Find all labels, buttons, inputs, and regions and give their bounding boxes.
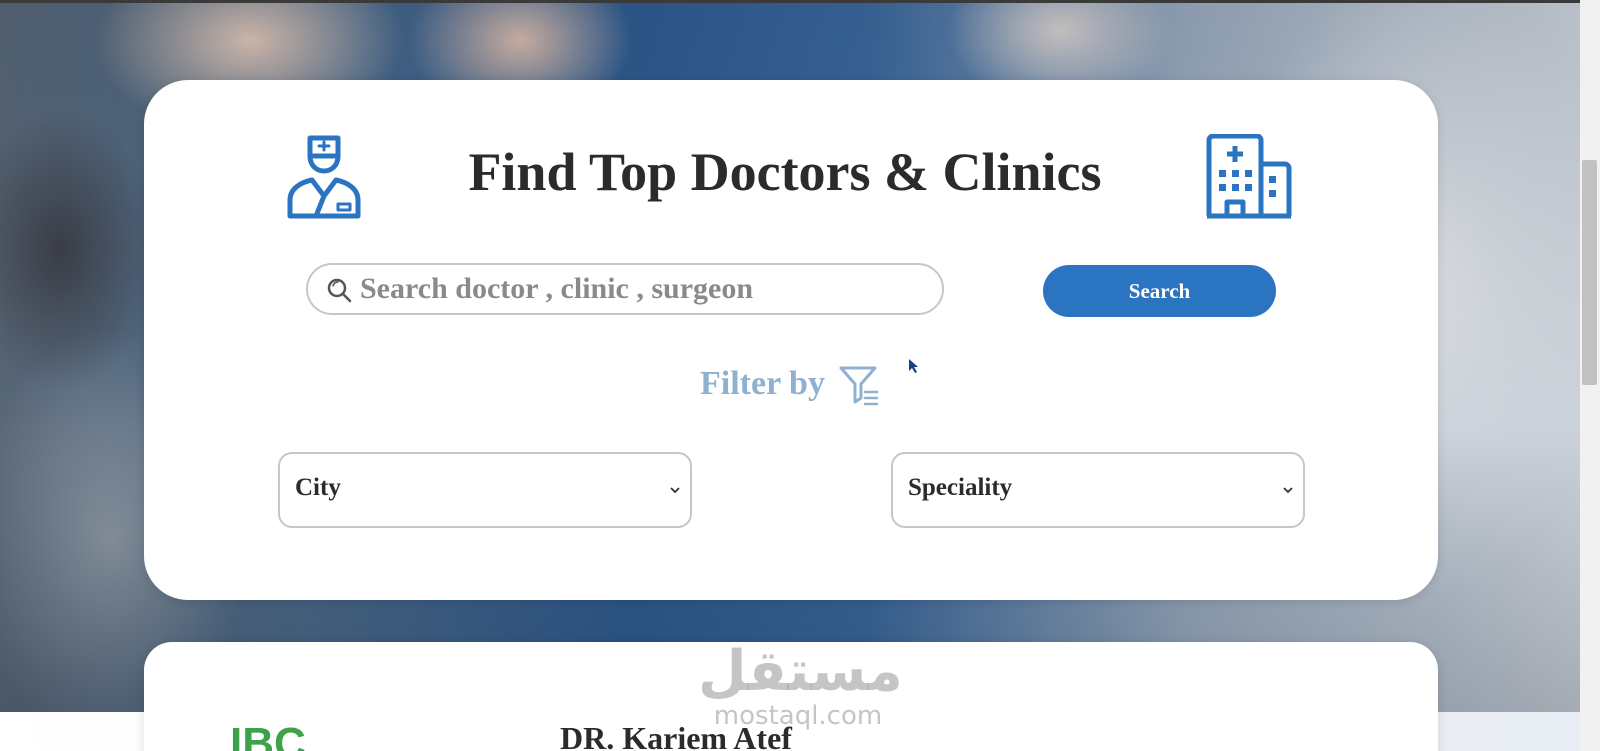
search-button[interactable]: Search [1043,265,1276,317]
speciality-select-value: Speciality [908,474,1013,501]
chevron-down-icon [1283,487,1293,494]
filter-header: Filter by [700,360,879,408]
speciality-select[interactable]: Speciality [891,452,1305,528]
page-title: Find Top Doctors & Clinics [468,142,1102,202]
filter-label: Filter by [700,365,825,402]
search-input[interactable] [360,269,920,309]
svg-text:IBC: IBC [230,719,306,751]
search-icon [327,278,352,303]
watermark-latin: mostaql.com [713,701,883,731]
watermark: مستقل mostaql.com [698,639,903,732]
filter-icon[interactable] [839,362,879,406]
search-box [306,263,944,315]
page: Find Top Doctors & Clinics Search Filter… [0,0,1600,751]
city-select-value: City [295,474,341,501]
scrollbar-thumb[interactable] [1582,160,1597,385]
city-select[interactable]: City [278,452,692,528]
window-top-border [0,0,1600,3]
mouse-cursor-icon [909,359,918,373]
watermark-arabic: مستقل [698,639,903,704]
doctor-icon [287,135,361,219]
clinic-logo: IBC [230,719,306,751]
chevron-down-icon [670,487,680,494]
hospital-icon [1206,134,1292,219]
